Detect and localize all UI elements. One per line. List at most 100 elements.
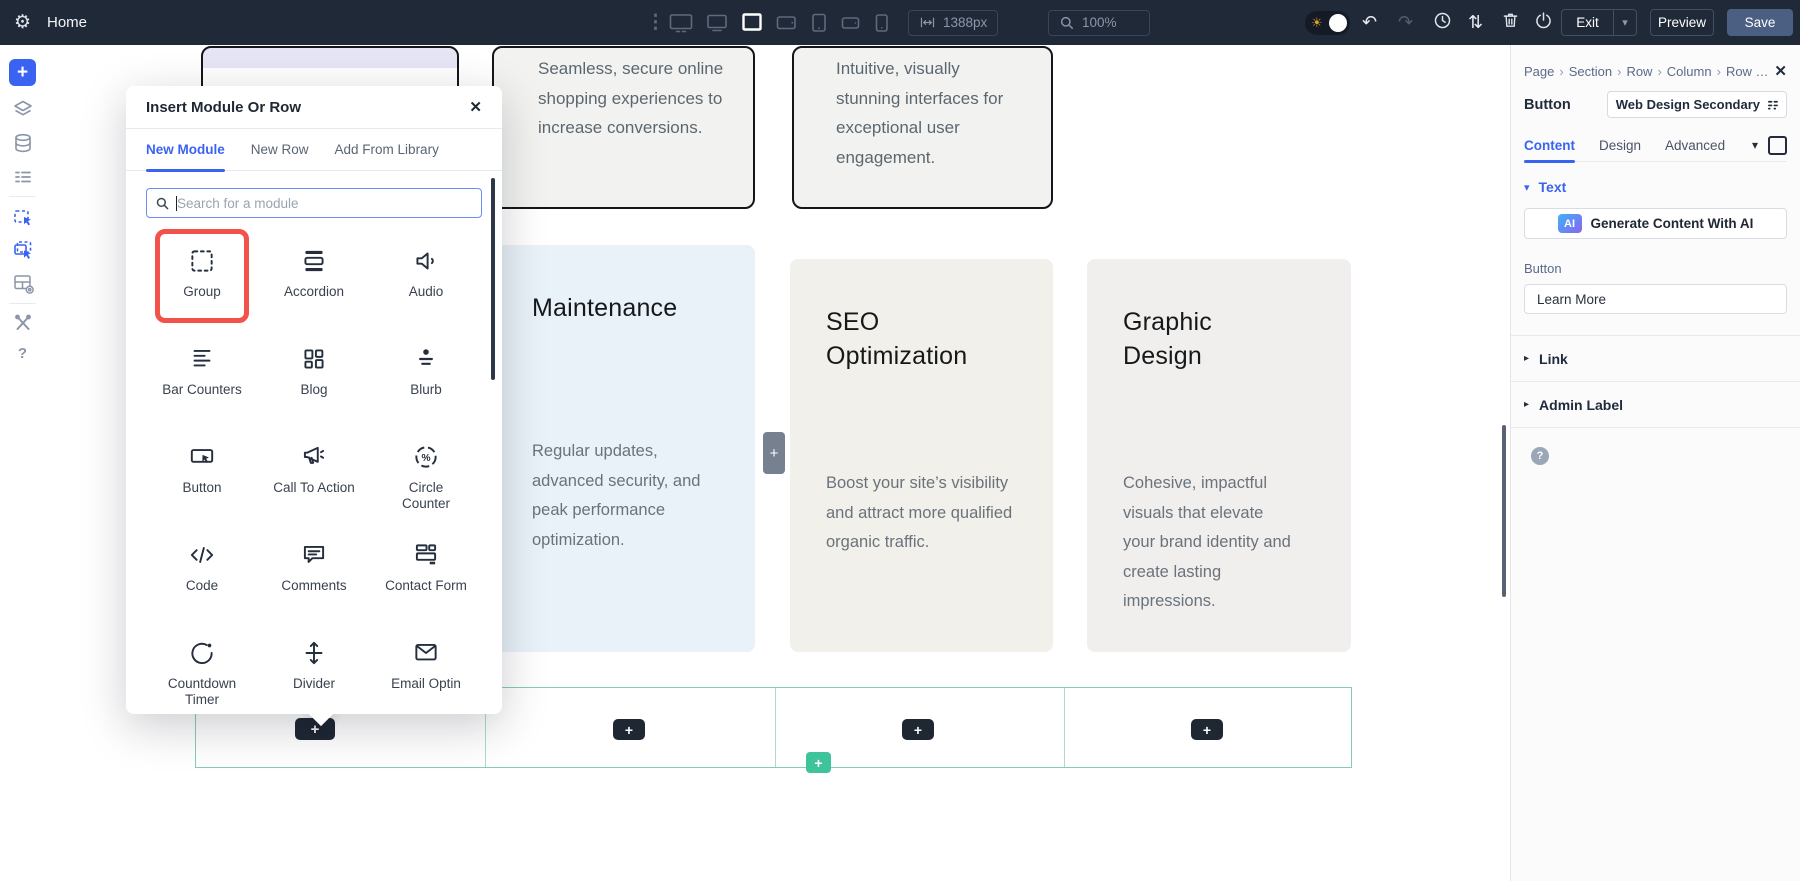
- redo-icon[interactable]: ↷: [1398, 12, 1413, 33]
- module-item-group[interactable]: Group: [146, 229, 258, 331]
- expand-panel-icon[interactable]: [1768, 135, 1787, 155]
- add-module-button-2[interactable]: +: [613, 719, 645, 740]
- save-button[interactable]: Save: [1727, 9, 1793, 36]
- settings-list-button[interactable]: [0, 165, 45, 189]
- phone-landscape-icon[interactable]: [840, 10, 861, 36]
- service-card-graphic-design[interactable]: Graphic Design Cohesive, impactful visua…: [1087, 259, 1351, 652]
- breadcrumb-column[interactable]: Column: [1667, 64, 1712, 79]
- button-text-input[interactable]: [1524, 284, 1787, 314]
- admin-label-section-toggle[interactable]: ▸ Admin Label: [1524, 382, 1787, 427]
- layout-settings-button[interactable]: [0, 271, 45, 295]
- desktop-icon[interactable]: [705, 10, 729, 36]
- tab-add-from-library[interactable]: Add From Library: [335, 129, 439, 171]
- module-item-countdown-timer[interactable]: Countdown Timer: [146, 625, 258, 714]
- current-viewport-icon[interactable]: [740, 10, 764, 36]
- portability-icon[interactable]: [1533, 10, 1554, 36]
- module-item-email-optin[interactable]: Email Optin: [370, 625, 482, 714]
- module-item-code[interactable]: Code: [146, 527, 258, 625]
- comments-icon: [303, 546, 325, 563]
- close-icon[interactable]: ✕: [469, 98, 482, 116]
- insert-module-modal: Insert Module Or Row ✕ New Module New Ro…: [126, 86, 502, 727]
- undo-icon[interactable]: ↶: [1362, 12, 1377, 33]
- call-to-action-icon: [303, 446, 325, 464]
- desktop-large-icon[interactable]: [668, 10, 694, 36]
- insert-column-button[interactable]: +: [763, 432, 785, 474]
- module-item-contact-form[interactable]: Contact Form: [370, 527, 482, 625]
- more-options-icon[interactable]: ⋮: [646, 11, 665, 34]
- module-item-circle-counter[interactable]: % Circle Counter: [370, 429, 482, 527]
- help-button[interactable]: ?: [0, 345, 45, 362]
- settings-tabs: Content Design Advanced ▾: [1524, 129, 1787, 163]
- top-card-ui[interactable]: Intuitive, visually stunning interfaces …: [792, 46, 1053, 209]
- layers-view-button[interactable]: [0, 97, 45, 121]
- blurb-icon: [419, 349, 433, 365]
- tab-new-row[interactable]: New Row: [251, 129, 309, 171]
- exit-button[interactable]: Exit ▾: [1561, 9, 1637, 36]
- module-item-comments[interactable]: Comments: [258, 527, 370, 625]
- tablet-portrait-icon[interactable]: [809, 10, 829, 36]
- breadcrumb-page[interactable]: Page: [1524, 64, 1554, 79]
- breadcrumb-row-truncated[interactable]: Row …: [1726, 64, 1769, 79]
- theme-toggle[interactable]: ☀: [1305, 10, 1350, 35]
- caret-right-icon: ▸: [1524, 399, 1530, 410]
- module-item-blog[interactable]: Blog: [258, 331, 370, 429]
- help-button[interactable]: ?: [1531, 447, 1549, 465]
- breadcrumb-section[interactable]: Section: [1569, 64, 1612, 79]
- top-card-ecommerce[interactable]: Seamless, secure online shopping experie…: [492, 46, 755, 209]
- responsive-width-input[interactable]: 1388px: [908, 9, 999, 36]
- add-module-button-4[interactable]: +: [1191, 719, 1223, 740]
- service-card-maintenance[interactable]: Maintenance Regular updates, advanced se…: [496, 245, 755, 652]
- link-section-toggle[interactable]: ▸ Link: [1524, 336, 1787, 381]
- top-card-text: Intuitive, visually stunning interfaces …: [836, 59, 1004, 167]
- tab-content[interactable]: Content: [1524, 129, 1575, 163]
- module-item-divider[interactable]: Divider: [258, 625, 370, 714]
- modal-tabs: New Module New Row Add From Library: [126, 129, 502, 172]
- select-module-button[interactable]: [0, 205, 45, 229]
- module-item-audio[interactable]: Audio: [370, 233, 482, 331]
- module-item-bar-counters[interactable]: Bar Counters: [146, 331, 258, 429]
- exit-caret-icon[interactable]: ▾: [1614, 16, 1636, 29]
- select-multiple-button[interactable]: [0, 238, 45, 262]
- add-row-button[interactable]: +: [806, 752, 831, 773]
- add-module-button-1[interactable]: +: [295, 718, 335, 740]
- module-search[interactable]: [146, 188, 482, 218]
- zoom-control[interactable]: 100%: [1048, 9, 1150, 36]
- search-input[interactable]: [170, 195, 481, 211]
- group-icon: [191, 250, 213, 272]
- select-module-icon: [13, 210, 31, 226]
- module-item-blurb[interactable]: Blurb: [370, 331, 482, 429]
- divider: [9, 196, 36, 197]
- question-icon: ?: [1536, 450, 1544, 462]
- settings-gear-icon[interactable]: ⚙: [14, 11, 31, 34]
- tab-design[interactable]: Design: [1599, 129, 1641, 162]
- close-icon[interactable]: ✕: [1774, 62, 1787, 80]
- module-item-call-to-action[interactable]: Call To Action: [258, 429, 370, 527]
- trash-icon[interactable]: [1500, 10, 1521, 36]
- section-text-header[interactable]: ▾ Text: [1524, 179, 1787, 195]
- sort-order-icon[interactable]: ⇅: [1468, 12, 1483, 33]
- module-item-button[interactable]: Button: [146, 429, 258, 527]
- breadcrumb-row[interactable]: Row: [1626, 64, 1652, 79]
- text-cursor: [176, 196, 177, 211]
- phone-portrait-icon[interactable]: [872, 10, 891, 36]
- add-module-button-3[interactable]: +: [902, 719, 934, 740]
- service-card-body: Boost your site’s visibility and attract…: [826, 474, 1013, 551]
- module-item-accordion[interactable]: Accordion: [258, 233, 370, 331]
- modal-scrollbar[interactable]: [491, 178, 495, 380]
- history-icon[interactable]: [1432, 10, 1453, 36]
- tab-new-module[interactable]: New Module: [146, 129, 225, 172]
- preset-dropdown[interactable]: Web Design Secondary: [1606, 91, 1787, 118]
- preview-button[interactable]: Preview: [1650, 9, 1714, 36]
- tab-options-caret-icon[interactable]: ▾: [1752, 138, 1758, 152]
- generate-ai-button[interactable]: AI Generate Content With AI: [1524, 208, 1787, 239]
- canvas-scrollbar[interactable]: [1502, 425, 1506, 597]
- module-settings-panel: Page › Section › Row › Column › Row … ✕ …: [1510, 45, 1800, 881]
- tablet-landscape-icon[interactable]: [775, 10, 798, 36]
- sun-icon: ☀: [1311, 14, 1323, 30]
- developer-tools-button[interactable]: [0, 311, 45, 335]
- database-button[interactable]: [0, 131, 45, 155]
- add-element-button[interactable]: +: [9, 59, 36, 86]
- tab-advanced[interactable]: Advanced: [1665, 129, 1725, 162]
- service-card-seo[interactable]: SEO Optimization Boost your site’s visib…: [790, 259, 1053, 652]
- divider-icon: [305, 641, 323, 665]
